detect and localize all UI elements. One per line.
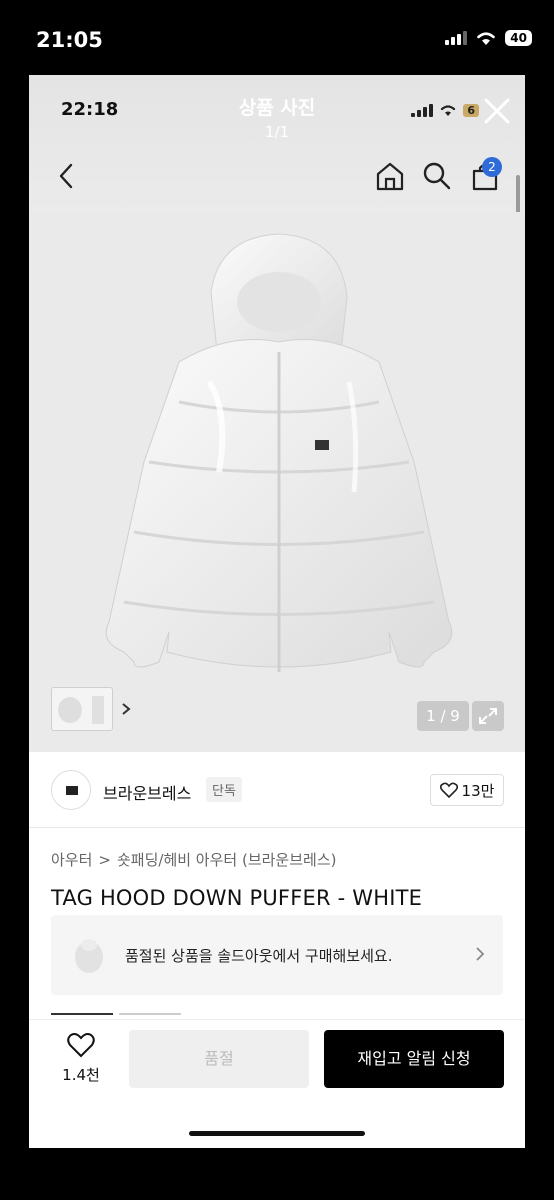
chevron-right-icon	[476, 947, 485, 961]
outer-status-icons: 40	[445, 30, 532, 46]
breadcrumb-category[interactable]: 아우터	[51, 849, 92, 870]
breadcrumb-separator: >	[98, 850, 111, 869]
home-icon[interactable]	[373, 159, 407, 193]
thumbnail-strip	[51, 687, 133, 731]
bottom-action-bar: 1.4천 품절 재입고 알림 신청	[29, 1019, 525, 1148]
expand-icon	[479, 708, 497, 724]
soldout-banner[interactable]: 품절된 상품을 솔드아웃에서 구매해보세요.	[51, 915, 503, 995]
brand-tag: 단독	[206, 777, 242, 802]
banner-product-image	[75, 939, 103, 973]
photo-viewer: 22:18 상품 사진 1/1 6 2 1 / 9 브라운브레스 단독 13만 …	[29, 75, 525, 1148]
viewer-header: 22:18 상품 사진 1/1 6	[29, 75, 525, 212]
close-icon[interactable]	[479, 93, 515, 129]
outer-clock: 21:05	[36, 28, 103, 52]
outer-status-bar: 21:05 40	[0, 0, 554, 70]
product-title: TAG HOOD DOWN PUFFER - WHITE	[51, 886, 423, 910]
breadcrumb: 아우터 > 숏패딩/헤비 아우터 (브라운브레스)	[51, 849, 336, 870]
jacket-image	[105, 233, 453, 672]
brand-like-count: 13만	[461, 781, 495, 800]
home-indicator	[189, 1131, 365, 1136]
thumbnail[interactable]	[51, 687, 113, 731]
back-arrow-icon[interactable]	[51, 159, 85, 193]
tab-indicator-inactive	[119, 1013, 181, 1015]
restock-alert-button[interactable]: 재입고 알림 신청	[324, 1030, 504, 1088]
soldout-button[interactable]: 품절	[129, 1030, 309, 1088]
heart-icon	[439, 782, 458, 798]
wifi-icon	[477, 32, 496, 45]
wish-button[interactable]: 1.4천	[53, 1032, 109, 1085]
inner-status-icons: 6	[411, 103, 479, 117]
inner-battery: 6	[463, 103, 479, 117]
product-photo[interactable]	[29, 212, 525, 752]
brand-like-button[interactable]: 13만	[430, 774, 504, 806]
search-icon[interactable]	[420, 159, 454, 193]
cart-count-badge: 2	[482, 157, 502, 177]
app-nav-bar	[29, 159, 525, 203]
inner-signal-icon	[411, 103, 434, 117]
signal-icon	[445, 31, 468, 45]
breadcrumb-subcategory[interactable]: 숏패딩/헤비 아우터 (브라운브레스)	[117, 849, 337, 870]
viewer-counter: 1/1	[264, 123, 290, 141]
tab-indicator	[51, 1013, 113, 1015]
brand-logo[interactable]	[51, 770, 91, 810]
gallery-counter: 1 / 9	[417, 701, 469, 731]
thumbnail-image	[58, 696, 104, 724]
chevron-right-icon[interactable]	[119, 701, 133, 717]
expand-button[interactable]	[472, 701, 504, 731]
wish-count: 1.4천	[62, 1066, 100, 1084]
brand-logo-mark	[66, 786, 78, 795]
brand-row[interactable]: 브라운브레스 단독 13만	[29, 752, 525, 828]
brand-name[interactable]: 브라운브레스	[103, 780, 191, 804]
soldout-banner-text: 품절된 상품을 솔드아웃에서 구매해보세요.	[125, 947, 393, 965]
battery-indicator: 40	[505, 30, 532, 46]
heart-icon	[67, 1033, 95, 1058]
inner-wifi-icon	[441, 105, 456, 116]
